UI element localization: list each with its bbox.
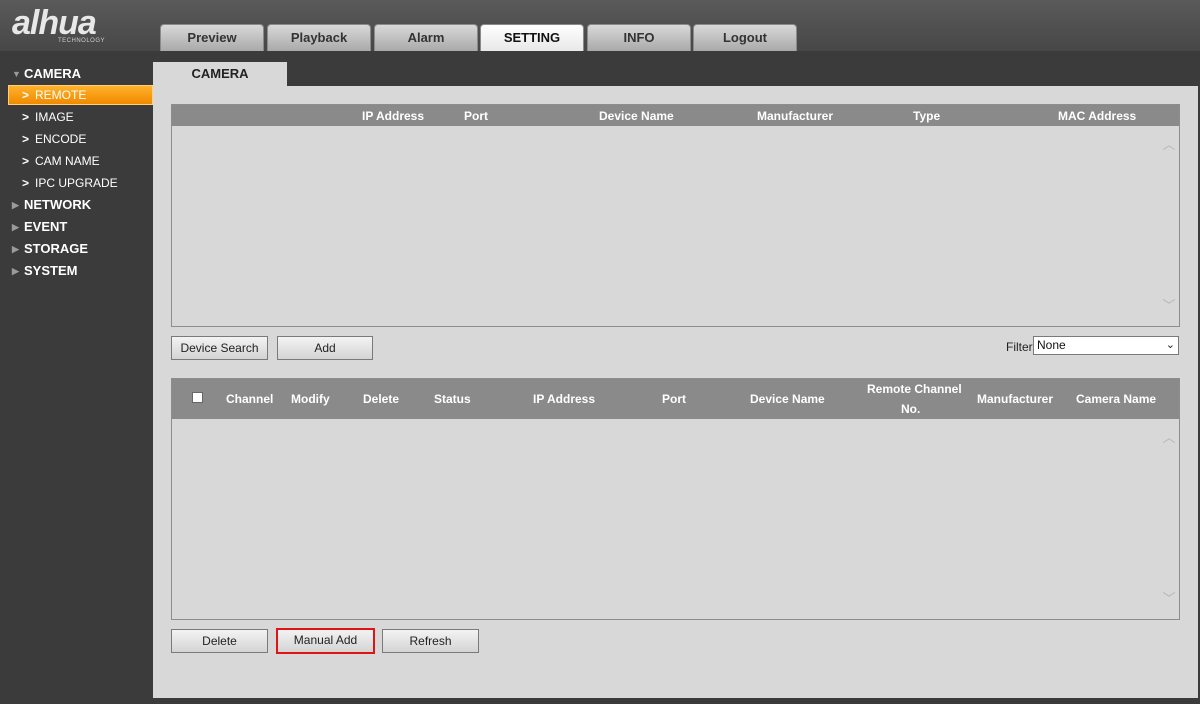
tab-logout[interactable]: Logout: [693, 24, 797, 51]
page-tab-bar: [153, 51, 1200, 86]
column-header: Port: [464, 109, 488, 123]
added-devices-table: Channel Modify Delete Status IP Address …: [171, 378, 1180, 620]
expanded-triangle-icon: ▼: [12, 69, 21, 79]
tab-info[interactable]: INFO: [587, 24, 691, 51]
collapsed-triangle-icon: ▶: [12, 200, 19, 210]
filter-value: None: [1037, 338, 1066, 352]
sidebar-section-label: STORAGE: [24, 241, 89, 256]
tab-alarm[interactable]: Alarm: [374, 24, 478, 51]
sidebar-item-ipc-upgrade[interactable]: > IPC UPGRADE: [8, 173, 153, 193]
top-header: alhua TECHNOLOGY Preview Playback Alarm …: [0, 0, 1200, 51]
device-search-table-header: IP Address Port Device Name Manufacturer…: [172, 105, 1179, 126]
chevron-up-icon[interactable]: ︿: [1162, 431, 1176, 445]
device-search-table: IP Address Port Device Name Manufacturer…: [171, 104, 1180, 327]
sidebar-item-label: IMAGE: [35, 110, 74, 124]
filter-select[interactable]: None ⌄: [1033, 336, 1179, 355]
tab-setting[interactable]: SETTING: [480, 24, 584, 51]
added-devices-table-header: Channel Modify Delete Status IP Address …: [172, 379, 1179, 419]
column-header: IP Address: [362, 109, 425, 123]
sidebar-item-label: ENCODE: [35, 132, 87, 146]
column-header: Modify: [291, 392, 330, 406]
select-all-checkbox[interactable]: [192, 392, 203, 403]
sidebar-section-camera[interactable]: ▼ CAMERA: [0, 64, 153, 84]
add-button[interactable]: Add: [277, 336, 373, 360]
sidebar-section-label: EVENT: [24, 219, 68, 234]
sidebar-item-label: REMOTE: [35, 88, 87, 102]
chevron-down-icon[interactable]: ﹀: [1162, 592, 1176, 606]
filter-label: Filter: [1006, 340, 1033, 354]
column-header: Manufacturer: [977, 392, 1054, 406]
bottom-border: [153, 698, 1200, 704]
sidebar-item-remote[interactable]: > REMOTE: [8, 85, 153, 105]
refresh-button[interactable]: Refresh: [382, 629, 479, 653]
tab-preview[interactable]: Preview: [160, 24, 264, 51]
column-header: Status: [434, 392, 471, 406]
delete-button[interactable]: Delete: [171, 629, 268, 653]
dahua-logo: alhua TECHNOLOGY: [12, 4, 142, 46]
sidebar-item-label: IPC UPGRADE: [35, 176, 118, 190]
sidebar-section-label: NETWORK: [24, 197, 92, 212]
manual-add-button[interactable]: Manual Add: [276, 628, 375, 654]
sidebar-section-label: CAMERA: [24, 66, 82, 81]
column-header: Device Name: [750, 392, 825, 406]
column-header: Channel: [226, 392, 274, 406]
column-header: Camera Name: [1076, 392, 1157, 406]
sidebar-item-cam-name[interactable]: > CAM NAME: [8, 151, 153, 171]
column-header: MAC Address: [1058, 109, 1137, 123]
column-header: Delete: [363, 392, 400, 406]
chevron-right-icon: >: [22, 154, 30, 168]
settings-sidebar: ▼ CAMERA > REMOTE > IMAGE > ENCODE > CAM…: [0, 51, 153, 704]
sidebar-section-event[interactable]: ▶ EVENT: [0, 217, 153, 237]
column-header: Port: [662, 392, 686, 406]
sidebar-section-network[interactable]: ▶ NETWORK: [0, 195, 153, 215]
device-search-button[interactable]: Device Search: [171, 336, 268, 360]
chevron-up-icon[interactable]: ︿: [1162, 138, 1176, 152]
logo-subtext: TECHNOLOGY: [58, 38, 106, 44]
sidebar-section-label: SYSTEM: [24, 263, 78, 278]
collapsed-triangle-icon: ▶: [12, 222, 19, 232]
tab-playback[interactable]: Playback: [267, 24, 371, 51]
logo-text: alhua: [12, 4, 97, 42]
collapsed-triangle-icon: ▶: [12, 244, 19, 254]
page-tab-camera[interactable]: CAMERA: [153, 62, 287, 86]
sidebar-section-storage[interactable]: ▶ STORAGE: [0, 239, 153, 259]
column-header: Manufacturer: [757, 109, 834, 123]
chevron-right-icon: >: [22, 88, 30, 102]
chevron-down-icon: ⌄: [1165, 339, 1175, 351]
column-header: Type: [913, 109, 941, 123]
chevron-right-icon: >: [22, 132, 30, 146]
sidebar-item-image[interactable]: > IMAGE: [8, 107, 153, 127]
collapsed-triangle-icon: ▶: [12, 266, 19, 276]
chevron-right-icon: >: [22, 176, 30, 190]
sidebar-item-label: CAM NAME: [35, 154, 100, 168]
column-header: Device Name: [599, 109, 674, 123]
sidebar-section-system[interactable]: ▶ SYSTEM: [0, 261, 153, 281]
chevron-down-icon[interactable]: ﹀: [1162, 299, 1176, 313]
column-header: IP Address: [533, 392, 596, 406]
column-header: No.: [901, 402, 921, 416]
sidebar-item-encode[interactable]: > ENCODE: [8, 129, 153, 149]
column-header: Remote Channel: [867, 382, 962, 396]
chevron-right-icon: >: [22, 110, 30, 124]
